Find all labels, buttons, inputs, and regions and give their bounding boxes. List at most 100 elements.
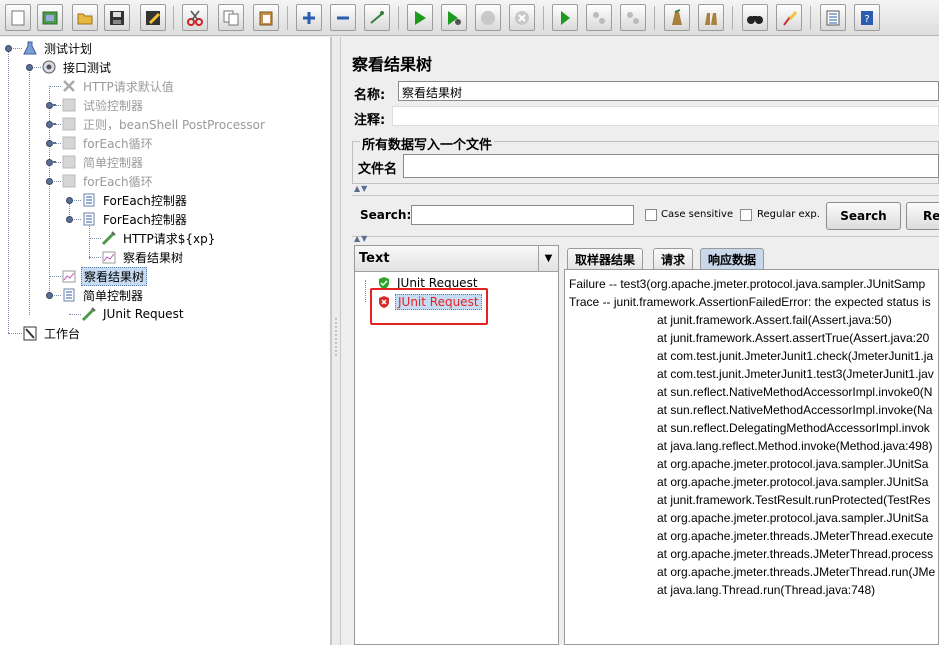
case-sensitive-label: Case sensitive — [661, 209, 734, 220]
thread-group-icon — [41, 59, 57, 75]
expand-handle[interactable] — [46, 292, 53, 299]
search-button[interactable]: Search — [826, 202, 901, 230]
workbench-icon — [22, 325, 38, 341]
response-line: at org.apache.jmeter.threads.JMeterThrea… — [657, 547, 934, 561]
response-line: at junit.framework.TestResult.runProtect… — [657, 493, 931, 507]
regular-exp-checkbox[interactable] — [740, 209, 752, 221]
controller-icon — [61, 97, 77, 113]
expand-handle[interactable] — [5, 45, 12, 52]
foreach-icon — [81, 192, 97, 208]
response-data-text[interactable]: Failure -- test3(org.apache.jmeter.proto… — [564, 269, 939, 645]
listener-icon — [101, 249, 117, 265]
tree-node-test-plan[interactable]: 测试计划 — [22, 39, 94, 57]
copy-icon[interactable] — [218, 4, 244, 31]
start-icon[interactable] — [407, 4, 433, 31]
expand-handle[interactable] — [46, 178, 53, 185]
test-plan-icon — [22, 40, 38, 56]
tree-node-controller[interactable]: 正则，beanShell PostProcessor — [61, 115, 267, 133]
reset-search-icon[interactable] — [776, 4, 802, 31]
split-pane-divider[interactable] — [331, 37, 341, 645]
shutdown-icon[interactable] — [509, 4, 535, 31]
response-line: at org.apache.jmeter.protocol.java.sampl… — [657, 457, 929, 471]
start-no-pause-icon[interactable] — [441, 4, 467, 31]
chevron-down-icon[interactable]: ▼ — [538, 246, 558, 271]
response-line: at junit.framework.Assert.assertTrue(Ass… — [657, 331, 930, 345]
clear-icon[interactable] — [664, 4, 690, 31]
tab-sampler-result[interactable]: 取样器结果 — [567, 248, 644, 269]
collapse-icon[interactable] — [330, 4, 356, 31]
sampler-icon — [81, 306, 97, 322]
tree-node-http-defaults[interactable]: HTTP请求默认值 — [61, 77, 176, 95]
collapse-arrows-icon[interactable]: ▲▼ — [354, 234, 368, 243]
svg-text:?: ? — [864, 14, 869, 25]
new-icon[interactable] — [5, 4, 31, 31]
response-line: Failure -- test3(org.apache.jmeter.proto… — [569, 277, 926, 291]
tree-node-simple-controller[interactable]: 简单控制器 — [61, 286, 145, 304]
collapse-handle[interactable] — [46, 102, 56, 109]
tree-node-workbench[interactable]: 工作台 — [22, 324, 82, 342]
remote-stop-icon[interactable] — [586, 4, 612, 31]
controller-icon — [61, 287, 77, 303]
templates-icon[interactable] — [37, 4, 63, 31]
results-column-header: Text ▼ — [355, 246, 558, 272]
tree-node-http-sampler[interactable]: HTTP请求${xp} — [101, 229, 217, 247]
stop-icon[interactable] — [475, 4, 501, 31]
result-tabs: 取样器结果 请求 响应数据 Failure -- test3(org.apach… — [564, 245, 939, 645]
view-results-tree-panel: 察看结果树 名称: 察看结果树 注释: 所有数据写入一个文件 文件名 ▲▼ Se… — [342, 37, 939, 645]
collapse-handle[interactable] — [46, 121, 56, 128]
sampler-icon — [101, 230, 117, 246]
collapse-handle[interactable] — [46, 140, 56, 147]
tree-node-controller[interactable]: forEach循环 — [61, 172, 155, 190]
search-input[interactable] — [411, 205, 634, 225]
cut-icon[interactable] — [182, 4, 208, 31]
filename-field[interactable] — [403, 154, 939, 178]
controller-icon — [61, 135, 77, 151]
clear-all-icon[interactable] — [698, 4, 724, 31]
tab-response-data[interactable]: 响应数据 — [700, 248, 765, 269]
regular-exp-label: Regular exp. — [757, 209, 820, 220]
expand-handle[interactable] — [66, 216, 73, 223]
collapse-handle[interactable] — [46, 159, 56, 166]
expand-handle[interactable] — [66, 197, 73, 204]
tree-node-junit-request[interactable]: JUnit Request — [81, 305, 186, 323]
remote-start-icon[interactable] — [552, 4, 578, 31]
remote-exit-icon[interactable] — [620, 4, 646, 31]
function-helper-icon[interactable] — [820, 4, 846, 31]
response-line: at java.lang.reflect.Method.invoke(Metho… — [657, 439, 933, 453]
paste-icon[interactable] — [253, 4, 279, 31]
tree-node-foreach[interactable]: ForEach控制器 — [81, 191, 189, 209]
test-plan-tree: 测试计划 接口测试 HTTP请求默认值 试验控制器 正则，beanShell P… — [0, 37, 331, 645]
expand-icon[interactable] — [296, 4, 322, 31]
collapse-arrows-icon[interactable]: ▲▼ — [354, 184, 368, 193]
search-label: Search: — [360, 208, 412, 222]
reset-button[interactable]: Re — [906, 202, 939, 230]
toggle-icon[interactable] — [364, 4, 390, 31]
open-icon[interactable] — [72, 4, 98, 31]
highlight-annotation — [370, 288, 488, 325]
tree-node-controller[interactable]: 简单控制器 — [61, 153, 145, 171]
response-line: at com.test.junit.JmeterJunit1.check(Jme… — [657, 349, 934, 363]
response-line: Trace -- junit.framework.AssertionFailed… — [569, 295, 931, 309]
case-sensitive-checkbox[interactable] — [645, 209, 657, 221]
tree-node-foreach[interactable]: ForEach控制器 — [81, 210, 189, 228]
response-line: at java.lang.Thread.run(Thread.java:748) — [657, 583, 876, 597]
listener-icon — [61, 268, 77, 284]
tree-node-controller[interactable]: forEach循环 — [61, 134, 155, 152]
save-icon[interactable] — [104, 4, 130, 31]
tree-node-controller[interactable]: 试验控制器 — [61, 96, 145, 114]
comment-field[interactable] — [392, 106, 939, 126]
tab-request[interactable]: 请求 — [653, 248, 694, 269]
help-icon[interactable]: ? — [854, 4, 880, 31]
response-line: at sun.reflect.DelegatingMethodAccessorI… — [657, 421, 930, 435]
tree-node-listener[interactable]: 察看结果树 — [101, 248, 185, 266]
save-as-icon[interactable] — [140, 4, 166, 31]
filename-label: 文件名 — [358, 162, 398, 177]
foreach-icon — [81, 211, 97, 227]
expand-handle[interactable] — [26, 64, 33, 71]
search-icon[interactable] — [742, 4, 768, 31]
name-field[interactable]: 察看结果树 — [398, 81, 939, 101]
tree-node-listener-selected[interactable]: 察看结果树 — [61, 266, 148, 286]
tree-node-thread-group[interactable]: 接口测试 — [41, 58, 113, 76]
comment-label: 注释: — [354, 113, 386, 128]
response-line: at org.apache.jmeter.protocol.java.sampl… — [657, 475, 929, 489]
